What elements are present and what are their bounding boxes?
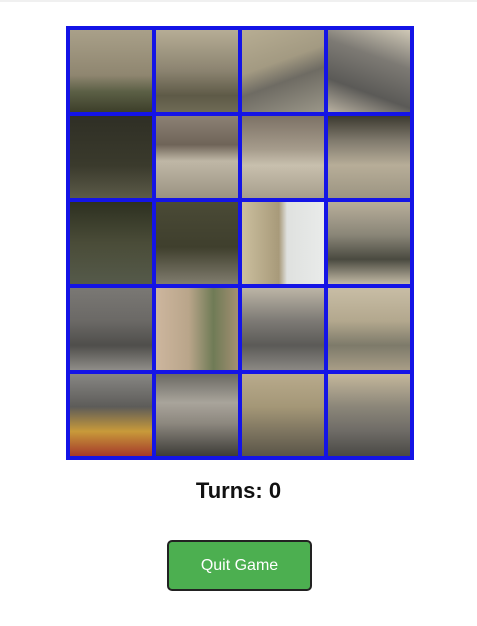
puzzle-tile[interactable] (70, 30, 152, 112)
tile-image (242, 116, 324, 198)
tile-image (70, 374, 152, 456)
puzzle-tile[interactable] (70, 374, 152, 456)
puzzle-tile[interactable] (156, 30, 238, 112)
puzzle-tile[interactable] (242, 202, 324, 284)
puzzle-tile[interactable] (156, 374, 238, 456)
tile-image (156, 374, 238, 456)
puzzle-tile[interactable] (242, 374, 324, 456)
tile-image (70, 202, 152, 284)
tile-image (156, 30, 238, 112)
puzzle-board (66, 26, 414, 460)
puzzle-tile[interactable] (70, 288, 152, 370)
tile-image (328, 30, 410, 112)
puzzle-tile[interactable] (156, 116, 238, 198)
puzzle-tile[interactable] (328, 374, 410, 456)
tile-image (328, 374, 410, 456)
puzzle-tile[interactable] (156, 288, 238, 370)
quit-game-button[interactable]: Quit Game (167, 540, 312, 591)
tile-image (156, 288, 238, 370)
top-divider (0, 0, 477, 2)
tile-image (328, 288, 410, 370)
puzzle-tile[interactable] (328, 30, 410, 112)
tile-image (242, 30, 324, 112)
tile-image (328, 116, 410, 198)
puzzle-tile[interactable] (242, 116, 324, 198)
puzzle-tile[interactable] (156, 202, 238, 284)
tile-image (156, 202, 238, 284)
tile-image (328, 202, 410, 284)
tile-image (242, 374, 324, 456)
puzzle-tile[interactable] (70, 116, 152, 198)
puzzle-tile[interactable] (328, 288, 410, 370)
tile-image (70, 288, 152, 370)
puzzle-tile[interactable] (70, 202, 152, 284)
tile-image (70, 30, 152, 112)
tile-image (242, 202, 324, 284)
tile-image (156, 116, 238, 198)
puzzle-tile[interactable] (328, 202, 410, 284)
puzzle-tile[interactable] (242, 288, 324, 370)
puzzle-tile[interactable] (328, 116, 410, 198)
puzzle-tile[interactable] (242, 30, 324, 112)
tile-image (70, 116, 152, 198)
tile-image (242, 288, 324, 370)
turns-counter: Turns: 0 (195, 478, 282, 503)
